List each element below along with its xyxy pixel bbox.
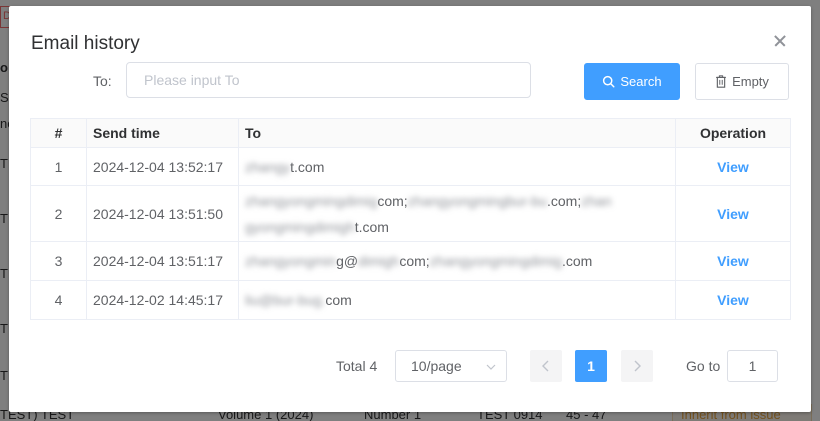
row-index: 4 (30, 280, 87, 320)
empty-button[interactable]: Empty (695, 63, 789, 100)
table-row: 4 2024-12-02 14:45:17 liu@bur-bug.com Vi… (30, 280, 791, 320)
email-history-table: # Send time To Operation 1 2024-12-04 13… (30, 118, 791, 320)
row-send-time: 2024-12-02 14:45:17 (86, 280, 239, 320)
chevron-right-icon (634, 360, 641, 372)
to-label: To: (93, 73, 112, 89)
row-to: liu@bur-bug.com (238, 280, 676, 320)
email-visible-part: .com; (546, 192, 582, 209)
email-visible-part: com; (399, 253, 430, 269)
column-header-send-time: Send time (86, 118, 239, 148)
email-visible-part: com; (377, 192, 408, 209)
email-visible-part: .com (561, 253, 593, 269)
row-operation: View (675, 185, 791, 242)
page-size-value: 10/page (411, 358, 462, 374)
redacted-email: gyongmingdimigh (245, 218, 355, 235)
email-visible-part: g@ (336, 253, 359, 269)
pagination-total: Total 4 (336, 358, 378, 374)
chevron-down-icon (486, 364, 496, 370)
row-operation: View (675, 147, 791, 186)
trash-icon (716, 75, 726, 88)
prev-page-button[interactable] (530, 350, 562, 382)
row-to: zhangyt.com (238, 147, 676, 186)
email-visible-part: t.com (354, 218, 389, 235)
empty-button-label: Empty (732, 74, 769, 89)
row-index: 2 (30, 185, 87, 242)
redacted-email: zhangyongmingbur-bu (407, 192, 547, 209)
column-header-operation: Operation (675, 118, 791, 148)
email-history-dialog: Email history To: Search Empty # Send ti… (9, 6, 811, 412)
table-row: 2 2024-12-04 13:51:50 zhangyongmingdimig… (30, 185, 791, 242)
to-search-input[interactable] (126, 62, 531, 98)
chevron-left-icon (542, 360, 549, 372)
row-index: 1 (30, 147, 87, 186)
redacted-email: zhangyongmingdimig (429, 253, 562, 269)
page-size-select[interactable]: 10/page (395, 350, 507, 382)
email-visible-part: t.com (290, 158, 325, 175)
row-to: zhangyongmingdimigcom;zhangyongmingbur-b… (238, 185, 676, 242)
redacted-email: dimigh (358, 253, 400, 269)
email-visible-part: com (325, 292, 352, 308)
close-icon[interactable] (771, 32, 789, 50)
row-index: 3 (30, 241, 87, 281)
redacted-email: zhangyongmingdimig (245, 192, 378, 209)
next-page-button[interactable] (621, 350, 653, 382)
column-header-index: # (30, 118, 87, 148)
search-button[interactable]: Search (584, 63, 680, 100)
view-link[interactable]: View (717, 206, 749, 222)
redacted-email: liu@bur-bug. (245, 292, 326, 308)
view-link[interactable]: View (717, 253, 749, 269)
table-header-row: # Send time To Operation (30, 118, 791, 148)
redacted-email: zhangy (245, 158, 291, 175)
search-button-label: Search (620, 74, 662, 89)
row-to: zhangyongming@dimighcom;zhangyongmingdim… (238, 241, 676, 281)
goto-page-input[interactable] (727, 350, 778, 382)
table-row: 3 2024-12-04 13:51:17 zhangyongming@dimi… (30, 241, 791, 281)
view-link[interactable]: View (717, 292, 749, 308)
row-send-time: 2024-12-04 13:51:50 (86, 185, 239, 242)
redacted-email: zhangyongmin (245, 253, 337, 269)
row-operation: View (675, 241, 791, 281)
page-number-current[interactable]: 1 (575, 350, 607, 382)
redacted-email: zhan (581, 192, 612, 209)
view-link[interactable]: View (717, 159, 749, 175)
column-header-to: To (238, 118, 676, 148)
row-send-time: 2024-12-04 13:52:17 (86, 147, 239, 186)
table-row: 1 2024-12-04 13:52:17 zhangyt.com View (30, 147, 791, 186)
row-send-time: 2024-12-04 13:51:17 (86, 241, 239, 281)
goto-label: Go to (686, 358, 721, 374)
dialog-title: Email history (31, 33, 140, 54)
search-icon (603, 75, 615, 88)
row-operation: View (675, 280, 791, 320)
